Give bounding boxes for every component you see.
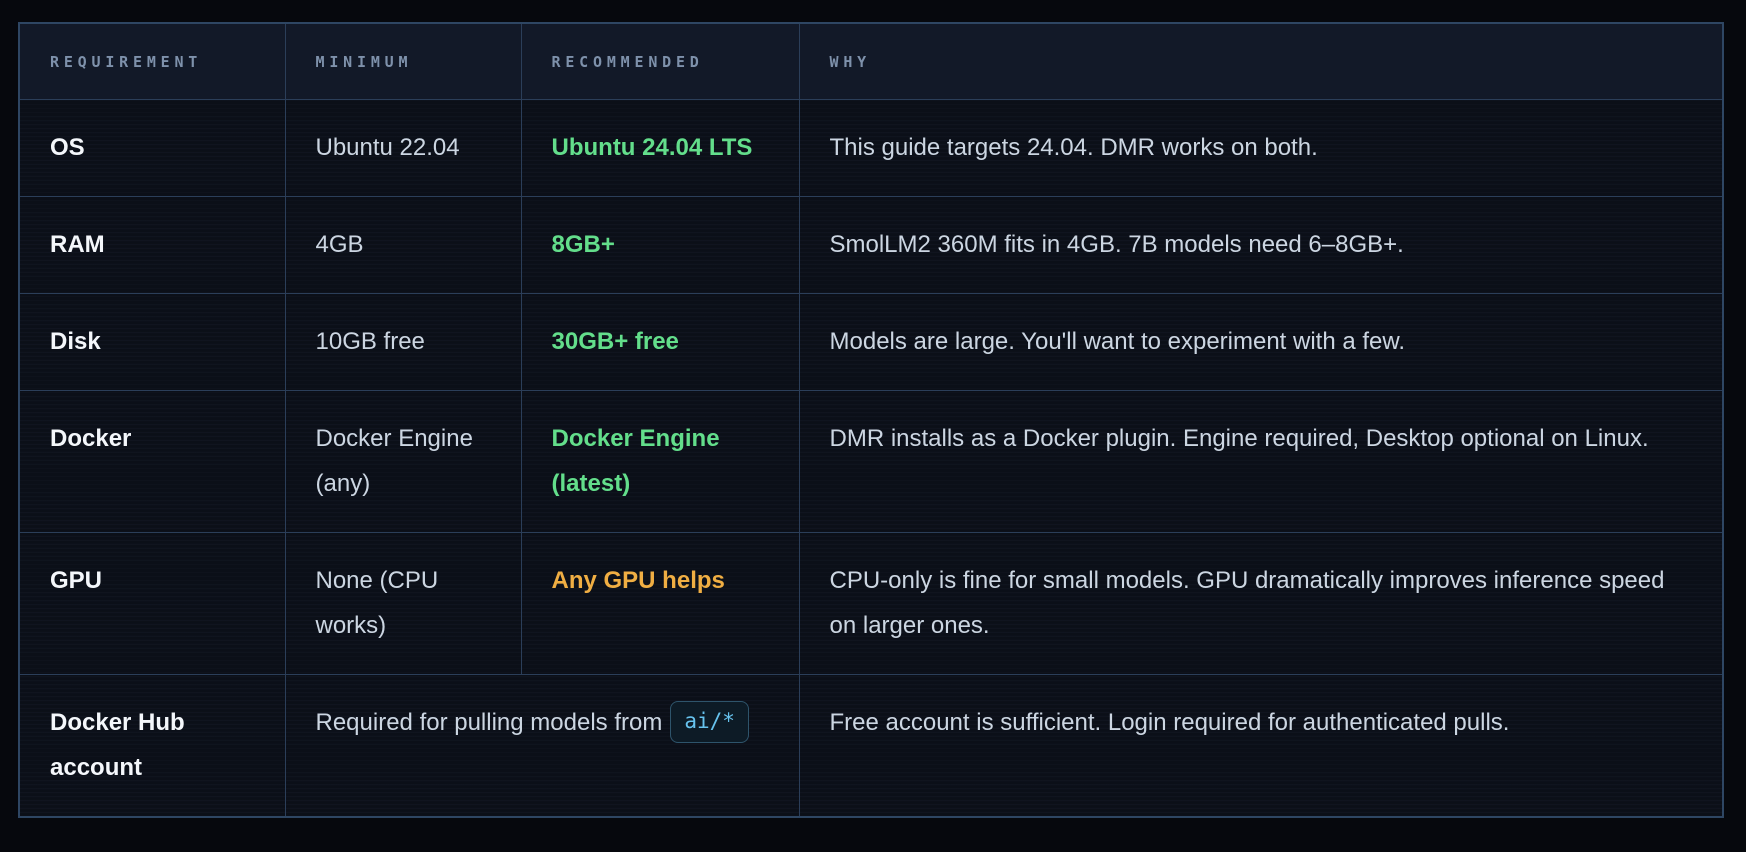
cell-minimum-recommended-span: Required for pulling models from ai/* (284, 674, 800, 818)
cell-minimum: Docker Engine (any) (284, 390, 522, 533)
code-badge-ai-namespace: ai/* (670, 701, 749, 743)
cell-recommended: Ubuntu 24.04 LTS (520, 99, 800, 197)
cell-requirement: Disk (18, 293, 286, 391)
cell-minimum: None (CPU works) (284, 532, 522, 675)
header-row: REQUIREMENT MINIMUM RECOMMENDED WHY (18, 22, 1724, 100)
cell-minimum: Ubuntu 22.04 (284, 99, 522, 197)
header-cell-requirement: REQUIREMENT (18, 22, 286, 100)
cell-recommended: 8GB+ (520, 196, 800, 294)
table-row-docker-hub-account: Docker Hub account Required for pulling … (18, 674, 1724, 818)
requirements-table: REQUIREMENT MINIMUM RECOMMENDED WHY OS U… (18, 22, 1724, 818)
cell-requirement: GPU (18, 532, 286, 675)
cell-recommended: Docker Engine (latest) (520, 390, 800, 533)
table-row-disk: Disk 10GB free 30GB+ free Models are lar… (18, 293, 1724, 391)
cell-minimum: 10GB free (284, 293, 522, 391)
cell-recommended: 30GB+ free (520, 293, 800, 391)
table-row-gpu: GPU None (CPU works) Any GPU helps CPU-o… (18, 532, 1724, 675)
cell-requirement: OS (18, 99, 286, 197)
cell-requirement: RAM (18, 196, 286, 294)
table-row-ram: RAM 4GB 8GB+ SmolLM2 360M fits in 4GB. 7… (18, 196, 1724, 294)
cell-minimum: 4GB (284, 196, 522, 294)
table-row-os: OS Ubuntu 22.04 Ubuntu 24.04 LTS This gu… (18, 99, 1724, 197)
header-cell-minimum: MINIMUM (284, 22, 522, 100)
cell-requirement: Docker Hub account (18, 674, 286, 818)
header-cell-why: WHY (798, 22, 1724, 100)
cell-why: CPU-only is fine for small models. GPU d… (798, 532, 1724, 675)
table-row-docker: Docker Docker Engine (any) Docker Engine… (18, 390, 1724, 533)
cell-why: Models are large. You'll want to experim… (798, 293, 1724, 391)
cell-why: DMR installs as a Docker plugin. Engine … (798, 390, 1724, 533)
cell-recommended: Any GPU helps (520, 532, 800, 675)
span-text: Required for pulling models from (315, 709, 663, 736)
header-cell-recommended: RECOMMENDED (520, 22, 800, 100)
cell-why: This guide targets 24.04. DMR works on b… (798, 99, 1724, 197)
cell-why: Free account is sufficient. Login requir… (798, 674, 1724, 818)
requirements-table-container: REQUIREMENT MINIMUM RECOMMENDED WHY OS U… (18, 22, 1724, 818)
cell-requirement: Docker (18, 390, 286, 533)
cell-why: SmolLM2 360M fits in 4GB. 7B models need… (798, 196, 1724, 294)
